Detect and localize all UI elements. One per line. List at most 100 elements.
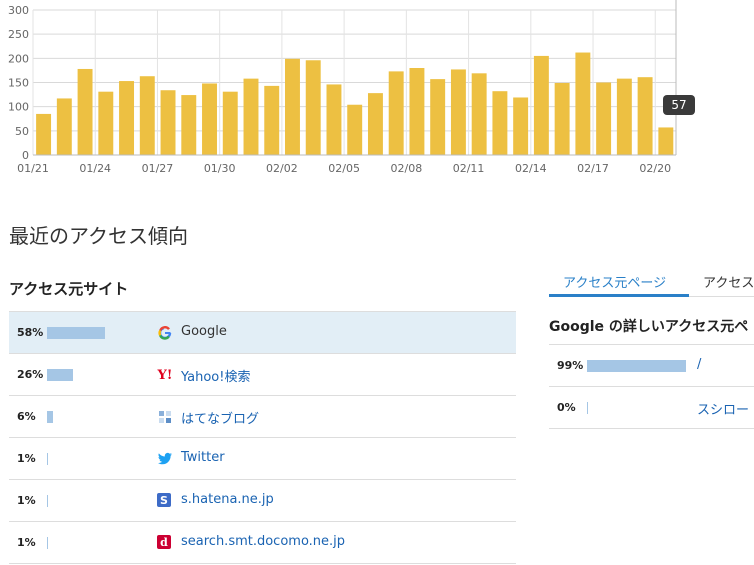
y-tick-label: 150 xyxy=(8,77,29,90)
x-tick-label: 02/02 xyxy=(266,162,298,175)
page-bar xyxy=(587,360,686,372)
y-tick-label: 200 xyxy=(8,52,29,65)
source-percent: 1% xyxy=(17,536,36,549)
x-tick-label: 02/20 xyxy=(639,162,671,175)
source-row-yahoo[interactable]: 26% Y! Yahoo!検索 xyxy=(9,353,516,395)
chart-bar[interactable] xyxy=(616,78,632,155)
chart-bar[interactable] xyxy=(222,91,238,155)
chart-bar[interactable] xyxy=(492,91,508,155)
chart-bar[interactable] xyxy=(513,97,529,155)
chart-bar[interactable] xyxy=(264,85,280,155)
y-tick-label: 50 xyxy=(15,125,29,138)
source-percent: 26% xyxy=(17,368,44,381)
chart-bar[interactable] xyxy=(56,98,72,155)
chart-bar[interactable] xyxy=(596,82,612,156)
source-name[interactable]: Yahoo!検索 xyxy=(181,366,250,385)
chart-bar[interactable] xyxy=(554,82,570,155)
x-tick-label: 02/14 xyxy=(515,162,547,175)
source-bar xyxy=(47,411,53,423)
x-tick-label: 01/27 xyxy=(142,162,174,175)
chart-bar[interactable] xyxy=(119,81,135,155)
chart-bar[interactable] xyxy=(139,76,155,155)
x-tick-label: 02/05 xyxy=(328,162,360,175)
page-percent: 0% xyxy=(557,401,576,414)
source-bar xyxy=(47,537,48,549)
chart-bar[interactable] xyxy=(533,55,549,155)
source-bar xyxy=(47,495,48,507)
chart-bar[interactable] xyxy=(285,58,300,155)
chart-bar[interactable] xyxy=(409,68,425,155)
chart-bar[interactable] xyxy=(202,83,217,155)
section-title: 最近のアクセス傾向 xyxy=(9,224,188,248)
source-bar xyxy=(47,369,73,381)
tab-access[interactable]: アクセス xyxy=(703,272,754,291)
tab-divider xyxy=(689,296,754,297)
page-tabs: アクセス元ページ アクセス xyxy=(549,268,754,298)
hatena-blog-icon xyxy=(157,409,173,425)
chart-bar[interactable] xyxy=(367,93,383,155)
page-list: 99% / 0% スシロー xyxy=(549,344,754,429)
chart-bar[interactable] xyxy=(637,77,653,155)
docomo-icon: d xyxy=(157,535,171,549)
google-icon xyxy=(157,325,173,341)
source-percent: 1% xyxy=(17,494,36,507)
y-tick-label: 100 xyxy=(8,101,29,114)
tab-access-source-page[interactable]: アクセス元ページ xyxy=(563,272,666,291)
y-tick-label: 300 xyxy=(8,4,29,17)
source-percent: 58% xyxy=(17,326,44,339)
source-row-twitter[interactable]: 1% Twitter xyxy=(9,437,516,479)
x-tick-label: 01/24 xyxy=(79,162,111,175)
yahoo-icon: Y! xyxy=(157,367,173,383)
page-bar xyxy=(587,402,588,414)
source-row-hatena-blog[interactable]: 6% はてなブログ xyxy=(9,395,516,437)
source-percent: 6% xyxy=(17,410,36,423)
chart-bar[interactable] xyxy=(243,78,259,155)
page-row[interactable]: 99% / xyxy=(549,344,754,386)
chart-bar[interactable] xyxy=(658,127,674,155)
hatena-s-icon: S xyxy=(157,493,171,507)
x-tick-label: 02/11 xyxy=(453,162,485,175)
page-name[interactable]: スシロー xyxy=(697,399,749,418)
active-tab-indicator xyxy=(549,294,689,297)
source-name[interactable]: s.hatena.ne.jp xyxy=(181,492,274,507)
y-tick-label: 0 xyxy=(22,149,29,162)
source-bar xyxy=(47,327,105,339)
source-percent: 1% xyxy=(17,452,36,465)
detail-heading: Google の詳しいアクセス元ペ xyxy=(549,319,749,335)
chart-bar[interactable] xyxy=(450,69,466,155)
x-tick-label: 02/17 xyxy=(577,162,609,175)
source-row-hatena-s[interactable]: 1% S s.hatena.ne.jp xyxy=(9,479,516,521)
chart-bar[interactable] xyxy=(36,113,52,155)
x-tick-label: 01/30 xyxy=(204,162,236,175)
source-list: 58% Google 26% Y! Yahoo!検索 6% はてなブログ 1% … xyxy=(9,311,516,564)
source-name: Google xyxy=(181,324,227,339)
chart-bar[interactable] xyxy=(326,84,342,155)
chart-tooltip: 57 xyxy=(663,95,695,115)
source-row-docomo[interactable]: 1% d search.smt.docomo.ne.jp xyxy=(9,521,516,564)
source-name[interactable]: search.smt.docomo.ne.jp xyxy=(181,534,345,549)
chart-bar[interactable] xyxy=(347,104,363,155)
access-bar-chart: 0 50 100 150 200 250 300 01/21 01/24 01/27 01/30 02… xyxy=(8,0,677,175)
chart-bar[interactable] xyxy=(430,79,446,155)
access-chart: 0 50 100 150 200 250 300 01/21 01/24 01/27 01/30 02… xyxy=(0,0,754,185)
chart-bar[interactable] xyxy=(305,60,321,156)
twitter-icon xyxy=(157,451,173,467)
chart-bar[interactable] xyxy=(77,68,93,155)
page-row[interactable]: 0% スシロー xyxy=(549,386,754,429)
chart-bar[interactable] xyxy=(160,90,176,155)
chart-bar[interactable] xyxy=(181,95,197,155)
chart-bar[interactable] xyxy=(575,52,591,155)
chart-bar[interactable] xyxy=(98,91,114,155)
chart-bar[interactable] xyxy=(471,73,487,155)
source-row-google[interactable]: 58% Google xyxy=(9,311,516,353)
chart-bar[interactable] xyxy=(388,71,404,155)
y-tick-label: 250 xyxy=(8,28,29,41)
x-tick-label: 02/08 xyxy=(391,162,423,175)
page-name[interactable]: / xyxy=(697,357,701,372)
sources-title: アクセス元サイト xyxy=(9,280,129,298)
page-percent: 99% xyxy=(557,359,584,372)
x-tick-label: 01/21 xyxy=(17,162,49,175)
source-name[interactable]: Twitter xyxy=(181,450,225,465)
source-name[interactable]: はてなブログ xyxy=(181,408,259,427)
source-bar xyxy=(47,453,48,465)
